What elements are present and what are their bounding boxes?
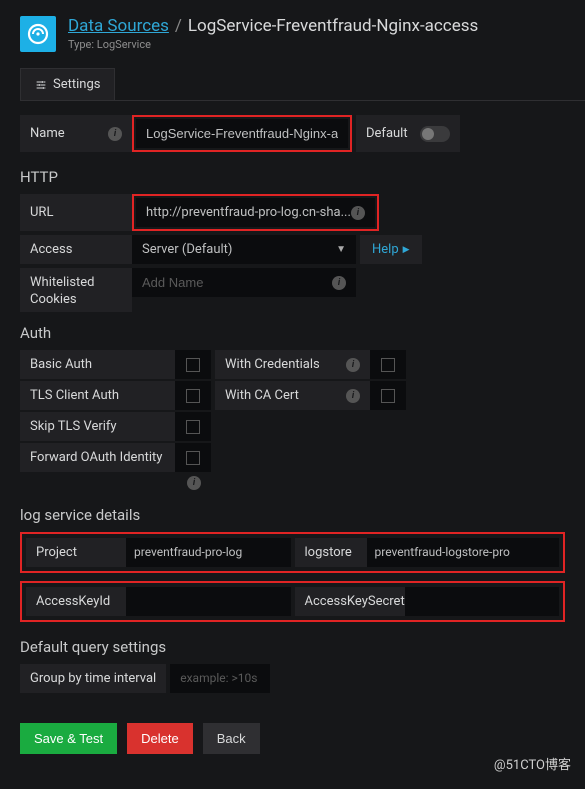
forward-oauth-text: Forward OAuth Identity	[30, 450, 162, 465]
skip-tls-verify-label: Skip TLS Verify	[20, 412, 175, 441]
project-input[interactable]: preventfraud-pro-log	[126, 538, 291, 567]
info-icon[interactable]: i	[108, 127, 122, 141]
access-label-cell: Access	[20, 235, 132, 264]
with-ca-cert-checkbox-cell	[370, 381, 406, 410]
forward-oauth-label: Forward OAuth Identity	[20, 443, 175, 472]
datasource-logo	[20, 16, 56, 52]
footer-buttons: Save & Test Delete Back	[20, 723, 565, 754]
accesskeysecret-label: AccessKeySecret	[295, 587, 405, 616]
url-input[interactable]: http://preventfraud-pro-log.cn-sha...	[146, 205, 351, 220]
logstore-label: logstore	[295, 538, 367, 567]
with-credentials-checkbox-cell	[370, 350, 406, 379]
name-label: Name	[30, 126, 65, 141]
skip-tls-verify-checkbox[interactable]	[186, 420, 200, 434]
groupby-input[interactable]: example: >10s	[170, 664, 270, 693]
tab-settings-label: Settings	[53, 77, 100, 92]
name-row: Name i Default	[20, 115, 565, 152]
triangle-right-icon: ▶	[403, 245, 410, 255]
sliders-icon	[35, 79, 47, 91]
help-label: Help	[372, 242, 399, 257]
access-row: Access Server (Default) ▼ Help ▶	[20, 235, 565, 264]
url-label: URL	[30, 205, 53, 220]
basic-auth-checkbox[interactable]	[186, 358, 200, 372]
tls-client-auth-checkbox-cell	[175, 381, 211, 410]
url-input-cell: http://preventfraud-pro-log.cn-sha... i	[136, 198, 375, 227]
whitelist-label: Whitelisted Cookies	[30, 275, 122, 309]
access-label: Access	[30, 242, 72, 257]
watermark: @51CTO博客	[494, 754, 571, 773]
skip-tls-verify-checkbox-cell	[175, 412, 211, 441]
breadcrumb-data-sources-link[interactable]: Data Sources	[68, 16, 169, 36]
tabs-bar: Settings	[20, 68, 585, 101]
forward-oauth-info-row: i	[20, 474, 211, 490]
url-label-cell: URL	[20, 194, 132, 231]
default-toggle-cell: Default	[356, 115, 460, 152]
logstore-input[interactable]: preventfraud-logstore-pro	[367, 538, 560, 567]
page-title: LogService-Freventfraud-Nginx-access	[188, 16, 478, 36]
querysettings-section-title: Default query settings	[20, 638, 565, 656]
tab-settings[interactable]: Settings	[20, 68, 115, 100]
project-label: Project	[26, 538, 126, 567]
back-button[interactable]: Back	[203, 723, 260, 754]
url-highlight-box: http://preventfraud-pro-log.cn-sha... i	[132, 194, 379, 231]
accesskeysecret-input[interactable]	[405, 587, 560, 616]
accesskey-row: AccessKeyId AccessKeySecret	[20, 581, 565, 622]
forward-oauth-checkbox-cell	[175, 443, 211, 472]
default-label: Default	[366, 126, 408, 141]
with-credentials-text: With Credentials	[225, 357, 320, 372]
name-input-cell	[136, 119, 348, 148]
breadcrumb-separator: /	[175, 16, 182, 36]
access-value: Server (Default)	[142, 242, 232, 257]
accesskeyid-label: AccessKeyId	[26, 587, 126, 616]
tls-client-auth-checkbox[interactable]	[186, 389, 200, 403]
skip-tls-verify-text: Skip TLS Verify	[30, 419, 117, 434]
info-icon[interactable]: i	[187, 476, 201, 490]
name-highlight-box	[132, 115, 352, 152]
info-icon[interactable]: i	[346, 358, 360, 372]
url-row: URL http://preventfraud-pro-log.cn-sha..…	[20, 194, 565, 231]
whitelist-label-cell: Whitelisted Cookies	[20, 268, 132, 312]
delete-button[interactable]: Delete	[127, 723, 193, 754]
project-logstore-row: Project preventfraud-pro-log logstore pr…	[20, 532, 565, 573]
auth-section-title: Auth	[20, 324, 565, 342]
basic-auth-checkbox-cell	[175, 350, 211, 379]
basic-auth-label: Basic Auth	[20, 350, 175, 379]
with-credentials-label: With Credentials i	[215, 350, 370, 379]
tls-client-auth-text: TLS Client Auth	[30, 388, 119, 403]
tls-client-auth-label: TLS Client Auth	[20, 381, 175, 410]
page-subtitle: Type: LogService	[68, 38, 478, 51]
breadcrumb: Data Sources / LogService-Freventfraud-N…	[68, 16, 478, 36]
access-help-button[interactable]: Help ▶	[360, 235, 422, 264]
whitelist-input[interactable]	[142, 275, 332, 290]
groupby-row: Group by time interval example: >10s	[20, 664, 565, 693]
with-credentials-checkbox[interactable]	[381, 358, 395, 372]
with-ca-cert-checkbox[interactable]	[381, 389, 395, 403]
access-select[interactable]: Server (Default) ▼	[132, 235, 356, 264]
logservice-section-title: log service details	[20, 506, 565, 524]
name-label-cell: Name i	[20, 115, 132, 152]
logservice-icon	[26, 22, 50, 46]
info-icon[interactable]: i	[332, 276, 346, 290]
http-section-title: HTTP	[20, 168, 565, 186]
forward-oauth-checkbox[interactable]	[186, 451, 200, 465]
name-input[interactable]	[146, 126, 338, 141]
info-icon[interactable]: i	[346, 389, 360, 403]
with-ca-cert-label: With CA Cert i	[215, 381, 370, 410]
with-ca-cert-text: With CA Cert	[225, 388, 299, 403]
auth-grid: Basic Auth With Credentials i TLS Client…	[20, 350, 565, 490]
whitelist-row: Whitelisted Cookies i	[20, 268, 565, 312]
chevron-down-icon: ▼	[336, 244, 346, 255]
basic-auth-text: Basic Auth	[30, 357, 92, 372]
default-toggle[interactable]	[420, 126, 450, 142]
accesskeyid-input[interactable]	[126, 587, 291, 616]
page-header: Data Sources / LogService-Freventfraud-N…	[0, 0, 585, 62]
groupby-label: Group by time interval	[20, 664, 166, 693]
save-test-button[interactable]: Save & Test	[20, 723, 117, 754]
whitelist-input-cell: i	[132, 268, 356, 297]
info-icon[interactable]: i	[351, 206, 365, 220]
